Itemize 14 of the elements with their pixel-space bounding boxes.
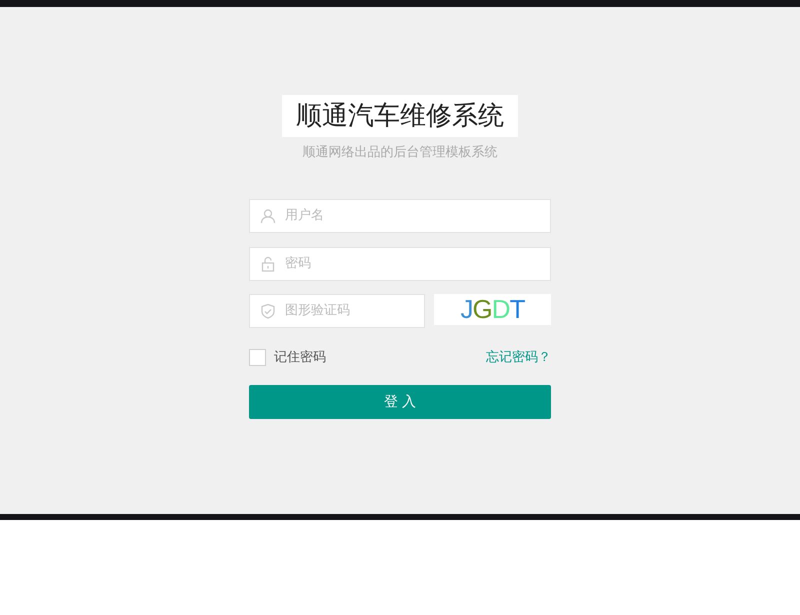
- captcha-image[interactable]: JGDT: [434, 294, 551, 324]
- captcha-letter: D: [492, 292, 510, 326]
- forgot-password-link[interactable]: 忘记密码？: [486, 348, 551, 367]
- page-subtitle: 顺通网络出品的后台管理模板系统: [302, 144, 498, 162]
- checkbox-label: 记住密码: [274, 348, 326, 366]
- captcha-letter: J: [460, 292, 473, 326]
- input-field[interactable]: 图形验证码: [249, 294, 425, 328]
- input-field[interactable]: 用户名: [249, 198, 551, 232]
- login-button[interactable]: 登 入: [249, 385, 551, 419]
- input-field[interactable]: 密码: [249, 246, 551, 280]
- captcha-letter: T: [510, 292, 524, 326]
- page-title: 顺通汽车维修系统: [282, 95, 518, 137]
- checkbox[interactable]: [249, 348, 266, 366]
- captcha-letter: G: [472, 292, 492, 326]
